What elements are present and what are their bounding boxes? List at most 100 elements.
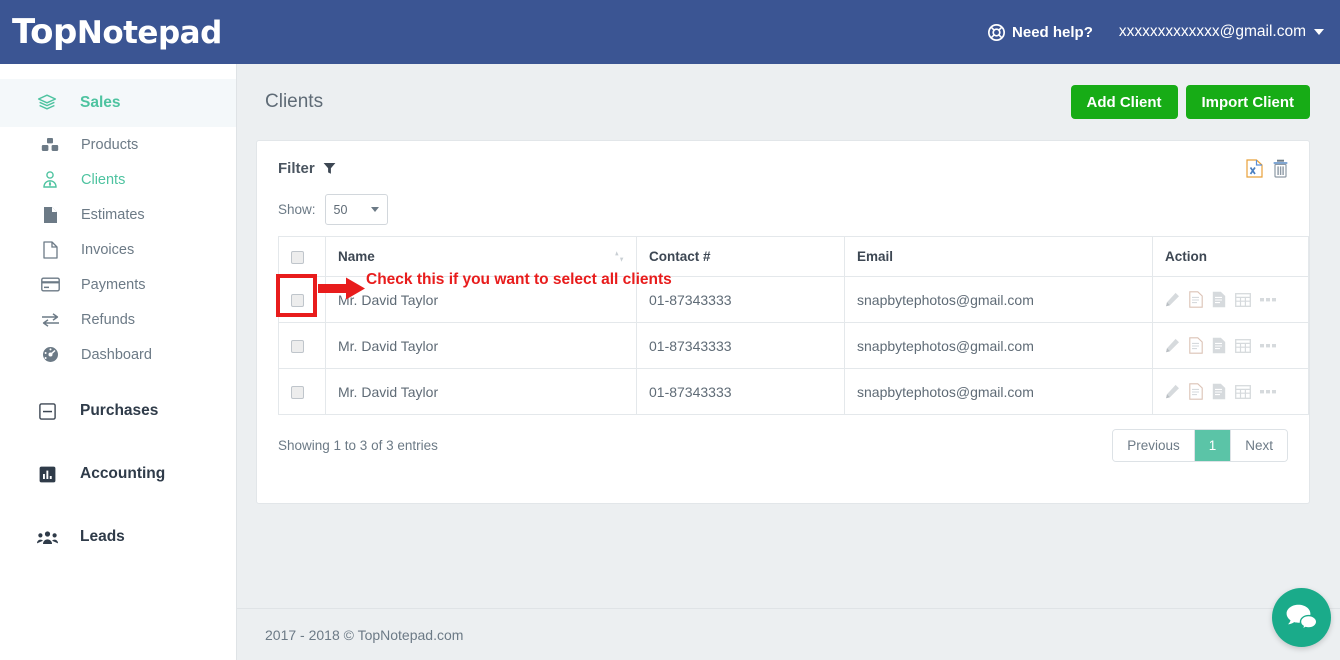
show-entries-row: Show: 50 bbox=[257, 178, 1309, 225]
page-header: Clients Add Client Import Client bbox=[237, 64, 1340, 140]
cell-name: Mr. David Taylor bbox=[325, 276, 637, 323]
column-header-email[interactable]: Email bbox=[844, 236, 1153, 277]
sidebar-group-accounting[interactable]: Accounting bbox=[0, 450, 236, 498]
sidebar-group-sales[interactable]: Sales bbox=[0, 79, 236, 127]
column-header-contact[interactable]: Contact # bbox=[636, 236, 845, 277]
column-label-action: Action bbox=[1165, 249, 1207, 264]
filter-toggle[interactable]: Filter bbox=[278, 160, 336, 177]
pencil-icon[interactable] bbox=[1165, 384, 1180, 399]
row-select-cell bbox=[278, 276, 326, 323]
table-grid-icon[interactable] bbox=[1235, 338, 1251, 353]
sidebar-group-label: Accounting bbox=[80, 465, 166, 482]
pencil-icon[interactable] bbox=[1165, 292, 1180, 307]
page-title: Clients bbox=[265, 91, 324, 112]
row-checkbox[interactable] bbox=[291, 340, 304, 354]
cell-contact: 01-87343333 bbox=[636, 322, 845, 369]
file-filled-icon[interactable] bbox=[1212, 383, 1226, 400]
main-content: Clients Add Client Import Client Filter bbox=[237, 64, 1340, 660]
copyright-text: 2017 - 2018 © TopNotepad.com bbox=[265, 626, 464, 643]
column-header-name[interactable]: Name bbox=[325, 236, 637, 277]
sidebar: Sales Products Clients Estimates Invoice… bbox=[0, 64, 237, 660]
user-account-menu[interactable]: xxxxxxxxxxxxx@gmail.com bbox=[1119, 23, 1324, 41]
table-row[interactable]: Mr. David Taylor 01-87343333 snapbytepho… bbox=[278, 276, 1309, 323]
sidebar-item-payments[interactable]: Payments bbox=[0, 267, 236, 302]
column-header-action: Action bbox=[1152, 236, 1309, 277]
users-icon bbox=[36, 527, 58, 547]
sidebar-gap-1 bbox=[0, 372, 236, 387]
file-filled-icon[interactable] bbox=[1212, 291, 1226, 308]
filter-label: Filter bbox=[278, 160, 315, 177]
column-label-contact: Contact # bbox=[649, 249, 711, 264]
ellipsis-icon[interactable] bbox=[1260, 297, 1276, 303]
sidebar-group-label: Leads bbox=[80, 528, 125, 545]
show-entries-select[interactable]: 50 bbox=[324, 194, 388, 225]
sidebar-item-invoices[interactable]: Invoices bbox=[0, 232, 236, 267]
ellipsis-icon[interactable] bbox=[1260, 343, 1276, 349]
cubes-icon bbox=[40, 136, 60, 154]
sidebar-item-dashboard[interactable]: Dashboard bbox=[0, 337, 236, 372]
file-filled-icon[interactable] bbox=[1212, 337, 1226, 354]
pencil-icon[interactable] bbox=[1165, 338, 1180, 353]
file-excel-icon[interactable] bbox=[1246, 159, 1263, 178]
column-label-name: Name bbox=[338, 249, 375, 264]
sidebar-group-leads[interactable]: Leads bbox=[0, 513, 236, 561]
file-outline-icon[interactable] bbox=[1189, 291, 1203, 308]
file-filled-icon bbox=[40, 206, 60, 224]
cell-email: snapbytephotos@gmail.com bbox=[844, 276, 1153, 323]
user-email-label: xxxxxxxxxxxxx@gmail.com bbox=[1118, 23, 1306, 40]
select-all-header-cell bbox=[278, 236, 326, 277]
top-bar: TopNotepad Need help? xxxxxxxxxxxxx@gmai… bbox=[0, 0, 1340, 64]
app-logo[interactable]: TopNotepad bbox=[12, 15, 222, 49]
user-tie-icon bbox=[40, 171, 60, 189]
pagination-previous[interactable]: Previous bbox=[1113, 430, 1195, 461]
row-checkbox[interactable] bbox=[291, 386, 304, 400]
table-header-row: Name Contact # Email Action bbox=[278, 236, 1309, 277]
add-client-button[interactable]: Add Client bbox=[1070, 85, 1178, 119]
row-action-icons bbox=[1165, 383, 1296, 400]
cell-action bbox=[1152, 368, 1309, 415]
chevron-down-icon bbox=[370, 207, 379, 212]
sidebar-group-purchases[interactable]: Purchases bbox=[0, 387, 236, 435]
clients-table: Name Contact # Email Action Mr. David Ta… bbox=[278, 236, 1309, 415]
sidebar-gap-2 bbox=[0, 435, 236, 450]
chat-widget-button[interactable] bbox=[1272, 588, 1331, 647]
trash-icon[interactable] bbox=[1272, 159, 1289, 178]
sidebar-group-label: Sales bbox=[80, 94, 121, 111]
pagination-next[interactable]: Next bbox=[1231, 430, 1287, 461]
show-entries-value: 50 bbox=[333, 202, 348, 217]
page-action-buttons: Add Client Import Client bbox=[1070, 85, 1310, 119]
import-client-button[interactable]: Import Client bbox=[1185, 85, 1310, 119]
logo-text-top: Top bbox=[12, 12, 77, 52]
table-grid-icon[interactable] bbox=[1235, 384, 1251, 399]
cell-email: snapbytephotos@gmail.com bbox=[844, 368, 1153, 415]
page-footer: 2017 - 2018 © TopNotepad.com bbox=[237, 608, 1340, 660]
row-select-cell bbox=[278, 368, 326, 415]
select-all-checkbox[interactable] bbox=[291, 250, 304, 264]
entries-info: Showing 1 to 3 of 3 entries bbox=[278, 438, 438, 453]
sidebar-item-label: Invoices bbox=[81, 241, 135, 258]
clients-table-body: Mr. David Taylor 01-87343333 snapbytepho… bbox=[278, 276, 1309, 415]
table-row[interactable]: Mr. David Taylor 01-87343333 snapbytepho… bbox=[278, 322, 1309, 369]
sidebar-item-label: Refunds bbox=[81, 311, 136, 328]
row-select-cell bbox=[278, 322, 326, 369]
sidebar-gap-3 bbox=[0, 498, 236, 513]
pagination-page-1[interactable]: 1 bbox=[1194, 430, 1232, 461]
sidebar-item-refunds[interactable]: Refunds bbox=[0, 302, 236, 337]
sidebar-item-label: Payments bbox=[81, 276, 146, 293]
sidebar-top-spacer bbox=[0, 64, 236, 79]
need-help-label: Need help? bbox=[1012, 23, 1093, 41]
row-checkbox[interactable] bbox=[291, 294, 304, 308]
table-row[interactable]: Mr. David Taylor 01-87343333 snapbytepho… bbox=[278, 368, 1309, 415]
sidebar-item-clients[interactable]: Clients bbox=[0, 162, 236, 197]
table-grid-icon[interactable] bbox=[1235, 292, 1251, 307]
file-outline-icon[interactable] bbox=[1189, 383, 1203, 400]
file-outline-icon[interactable] bbox=[1189, 337, 1203, 354]
top-bar-right: Need help? xxxxxxxxxxxxx@gmail.com bbox=[988, 23, 1324, 41]
need-help-button[interactable]: Need help? bbox=[988, 24, 1093, 41]
ellipsis-icon[interactable] bbox=[1260, 389, 1276, 395]
sidebar-item-label: Products bbox=[81, 136, 139, 153]
row-action-icons bbox=[1165, 337, 1296, 354]
sidebar-item-products[interactable]: Products bbox=[0, 127, 236, 162]
sidebar-item-label: Estimates bbox=[81, 206, 145, 223]
sidebar-item-estimates[interactable]: Estimates bbox=[0, 197, 236, 232]
